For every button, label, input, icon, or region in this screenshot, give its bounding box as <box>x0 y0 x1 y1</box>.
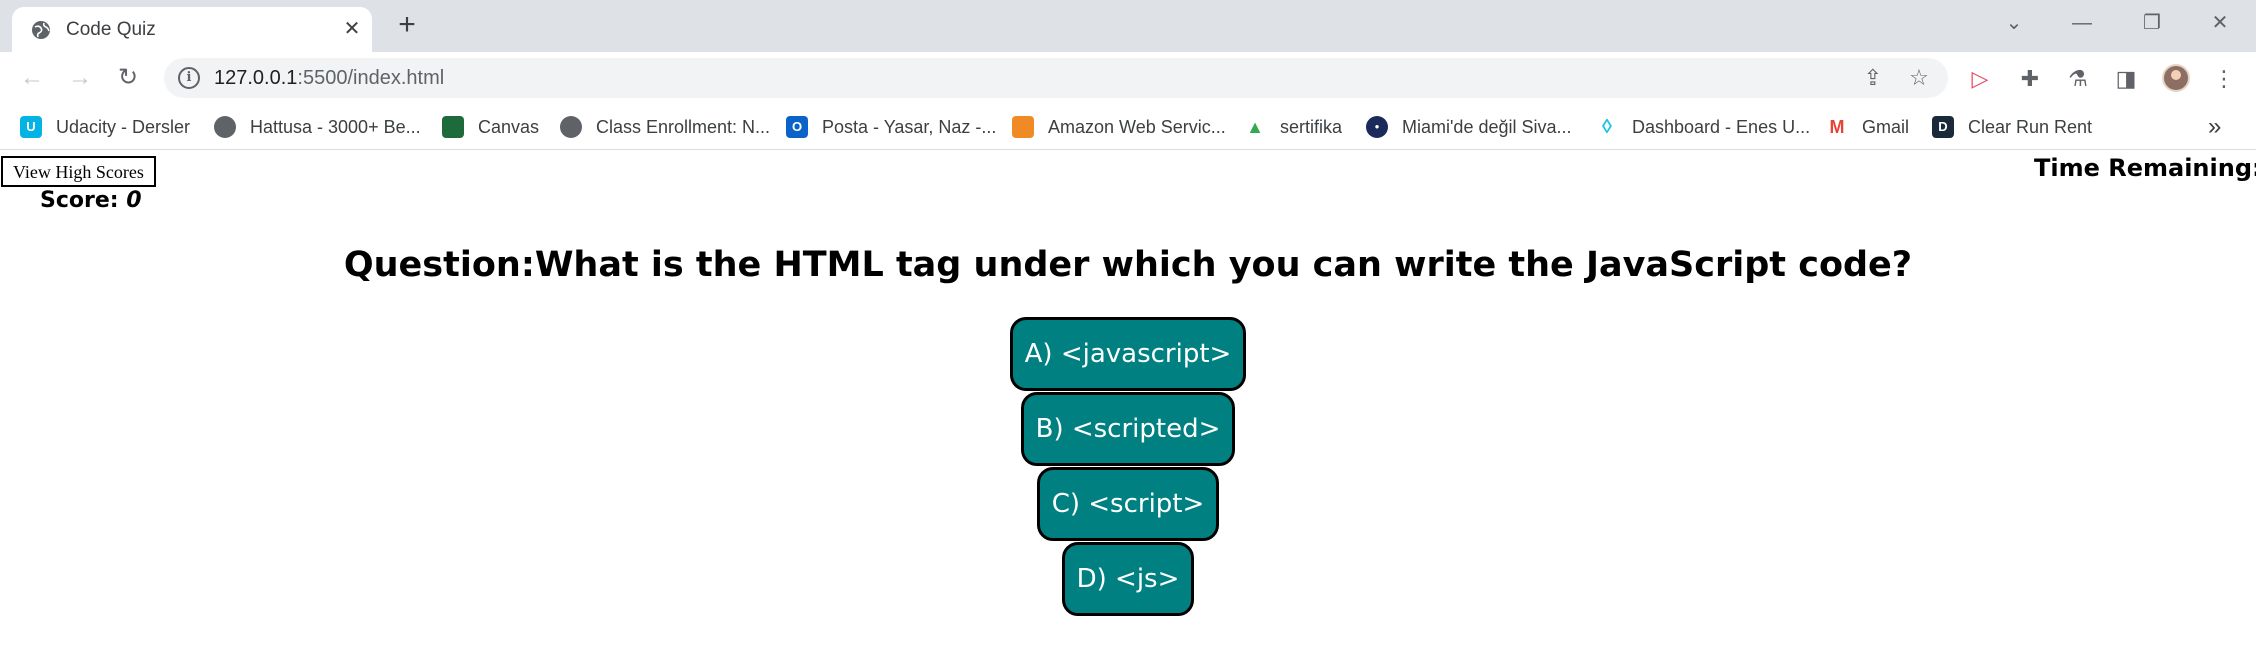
minimize-icon[interactable]: — <box>2060 8 2104 38</box>
new-tab-button[interactable]: + <box>390 8 424 42</box>
extension-arrow-icon[interactable]: ▷ <box>1966 65 1994 93</box>
bookmark-gmail[interactable]: M Gmail <box>1826 112 1910 142</box>
globe-icon <box>32 21 50 39</box>
bookmark-hattusa[interactable]: Hattusa - 3000+ Be... <box>214 112 421 142</box>
question-label: Question: <box>343 245 535 285</box>
answer-list: A) <javascript> B) <scripted> C) <script… <box>0 317 2256 617</box>
bookmark-canvas[interactable]: Canvas <box>442 112 539 142</box>
globe-icon <box>560 116 582 138</box>
score-label: Score: <box>40 188 119 213</box>
reload-icon[interactable]: ↻ <box>112 62 144 94</box>
bookmark-label: Udacity - Dersler <box>56 116 191 137</box>
answer-a-button[interactable]: A) <javascript> <box>1009 317 1247 391</box>
bookmark-star-icon[interactable]: ☆ <box>1906 65 1932 91</box>
avatar[interactable] <box>2162 64 2190 92</box>
aws-icon <box>1012 116 1034 138</box>
quiz-page: View High Scores Score: 0 Time Remaining… <box>0 151 2256 672</box>
time-remaining: Time Remaining: 71 <box>2034 154 2256 182</box>
bookmark-label: Clear Run Rent <box>1968 116 2093 137</box>
url-host: 127.0.0.1 <box>214 67 298 89</box>
bookmark-clear-run-rent[interactable]: D Clear Run Rent <box>1932 112 2092 142</box>
score-value: 0 <box>126 188 142 213</box>
bookmark-label: Canvas <box>478 116 540 137</box>
bookmarks-overflow-icon[interactable]: » <box>2208 112 2221 142</box>
bookmark-miami[interactable]: ● Miami'de değil Siva... <box>1366 112 1572 142</box>
url-path: :5500/index.html <box>297 67 445 89</box>
restore-icon[interactable]: ❐ <box>2130 8 2174 38</box>
bookmark-posta[interactable]: O Posta - Yasar, Naz -... <box>786 112 996 142</box>
bookmark-label: Hattusa - 3000+ Be... <box>250 116 421 137</box>
globe-icon <box>214 116 236 138</box>
forward-icon[interactable]: → <box>64 62 96 94</box>
side-panel-icon[interactable]: ◨ <box>2112 65 2140 93</box>
tab-title: Code Quiz <box>66 19 156 40</box>
udacity-icon: U <box>20 116 42 138</box>
canvas-icon <box>442 116 464 138</box>
back-icon[interactable]: ← <box>16 62 48 94</box>
bookmark-label: Dashboard - Enes U... <box>1632 116 1811 137</box>
bookmark-sertifika[interactable]: ▲ sertifika <box>1244 112 1342 142</box>
tab-code-quiz[interactable]: Code Quiz ✕ <box>12 7 372 52</box>
tab-close-icon[interactable]: ✕ <box>338 15 366 43</box>
score-display: Score: 0 <box>40 188 142 213</box>
address-bar[interactable]: i 127.0.0.1:5500/index.html ⇪ ☆ <box>164 58 1948 98</box>
bookmark-aws[interactable]: Amazon Web Servic... <box>1012 112 1226 142</box>
share-icon[interactable]: ⇪ <box>1860 65 1886 91</box>
browser-titlebar: Code Quiz ✕ + ⌄ — ❐ ✕ <box>0 0 2256 52</box>
outlook-icon: O <box>786 116 808 138</box>
info-icon[interactable]: i <box>178 67 200 89</box>
time-label: Time Remaining: <box>2034 154 2256 182</box>
bookmark-class-enrollment[interactable]: Class Enrollment: N... <box>560 112 770 142</box>
answer-d-button[interactable]: D) <js> <box>1061 542 1195 616</box>
bookmark-label: Miami'de değil Siva... <box>1402 116 1572 137</box>
url-text[interactable]: 127.0.0.1:5500/index.html <box>214 67 444 90</box>
df-icon: D <box>1932 116 1954 138</box>
menu-kebab-icon[interactable]: ⋮ <box>2210 65 2238 93</box>
question-heading: Question:What is the HTML tag under whic… <box>0 245 2256 285</box>
bookmark-dashboard[interactable]: ◊ Dashboard - Enes U... <box>1596 112 1810 142</box>
question-text: What is the HTML tag under which you can… <box>534 245 1913 285</box>
bookmarks-bar: U Udacity - Dersler Hattusa - 3000+ Be..… <box>0 104 2256 150</box>
gmail-icon: M <box>1829 117 1845 137</box>
bookmark-label: sertifika <box>1280 116 1343 137</box>
google-drive-icon: ▲ <box>1246 117 1264 137</box>
bookmark-label: Posta - Yasar, Naz -... <box>822 116 997 137</box>
bookmark-label: Gmail <box>1862 116 1910 137</box>
answer-b-button[interactable]: B) <scripted> <box>1020 392 1236 466</box>
close-window-icon[interactable]: ✕ <box>2198 8 2242 38</box>
labs-flask-icon[interactable]: ⚗ <box>2064 65 2092 93</box>
answer-c-button[interactable]: C) <script> <box>1036 467 1220 541</box>
browser-toolbar: ← → ↻ i 127.0.0.1:5500/index.html ⇪ ☆ ▷ … <box>0 52 2256 104</box>
bookmark-udacity[interactable]: U Udacity - Dersler <box>20 112 190 142</box>
bookmark-label: Amazon Web Servic... <box>1048 116 1226 137</box>
extensions-puzzle-icon[interactable]: ✚ <box>2016 65 2044 93</box>
view-high-scores-button[interactable]: View High Scores <box>1 156 156 187</box>
site-logo-icon: ● <box>1366 116 1388 138</box>
drop-icon: ◊ <box>1602 116 1612 138</box>
bookmark-label: Class Enrollment: N... <box>596 116 771 137</box>
tab-search-icon[interactable]: ⌄ <box>1992 8 2036 38</box>
